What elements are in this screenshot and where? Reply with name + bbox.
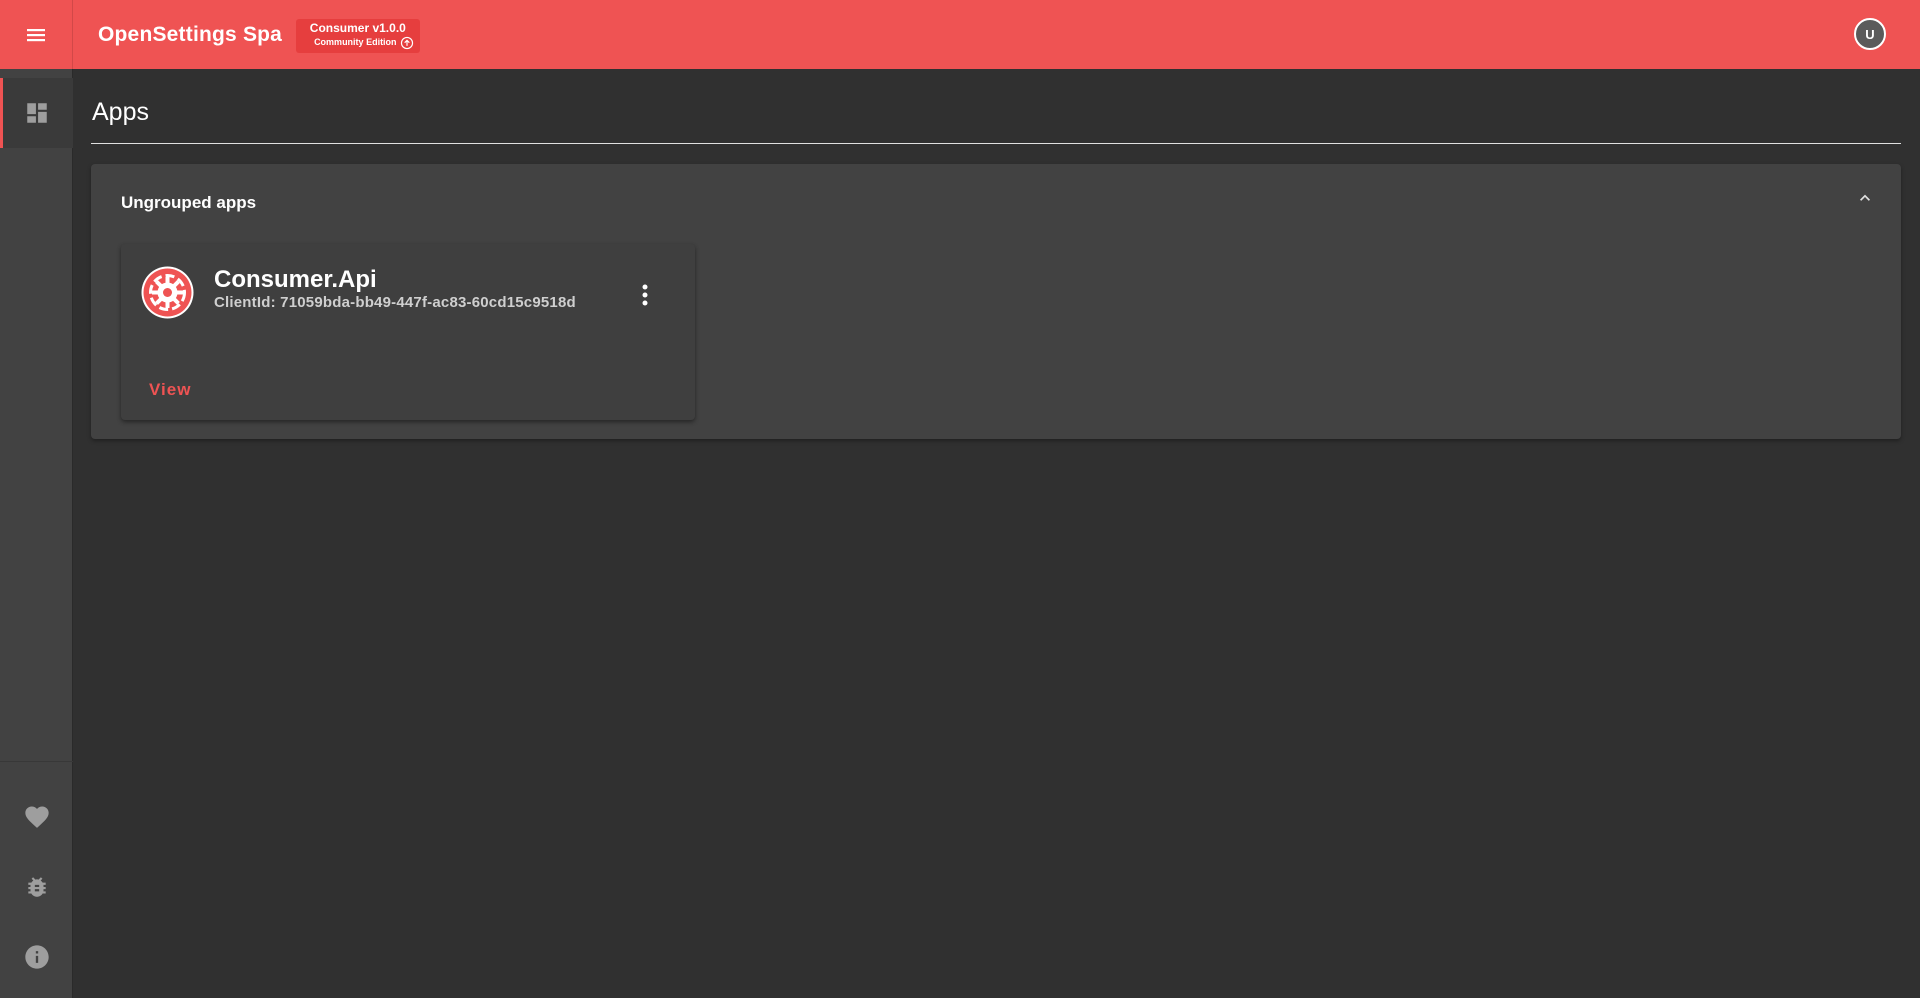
edition-row: Community Edition bbox=[314, 36, 414, 50]
sidebar bbox=[0, 69, 73, 998]
main-content: Apps Ungrouped apps Consumer.Api ClientI… bbox=[91, 69, 1901, 439]
page-title: Apps bbox=[91, 98, 1901, 144]
edition-label: Community Edition bbox=[314, 37, 397, 47]
sidebar-item-bug-report[interactable] bbox=[0, 852, 73, 922]
app-logo-icon bbox=[141, 266, 194, 319]
app-group-header[interactable]: Ungrouped apps bbox=[91, 164, 1901, 244]
menu-icon bbox=[27, 28, 45, 41]
version-badge[interactable]: Consumer v1.0.0 Community Edition bbox=[296, 18, 420, 53]
info-icon bbox=[24, 945, 49, 969]
app-title[interactable]: OpenSettings Spa bbox=[98, 23, 282, 47]
dashboard-icon bbox=[26, 103, 47, 123]
heart-icon bbox=[24, 806, 49, 828]
app-client-id: ClientId: 71059bda-bb49-447f-ac83-60cd15… bbox=[214, 294, 576, 311]
app-group-title: Ungrouped apps bbox=[121, 193, 257, 212]
app-name: Consumer.Api bbox=[214, 266, 377, 293]
more-vert-icon bbox=[642, 284, 648, 306]
menu-button[interactable] bbox=[0, 0, 73, 69]
sidebar-item-favorites[interactable] bbox=[0, 782, 73, 852]
version-label: Consumer v1.0.0 bbox=[309, 20, 406, 35]
sidebar-item-about[interactable] bbox=[0, 922, 73, 992]
bug-icon bbox=[27, 877, 46, 897]
app-card: Consumer.Api ClientId: 71059bda-bb49-447… bbox=[121, 244, 695, 420]
app-group-panel: Ungrouped apps Consumer.Api ClientId: 71… bbox=[91, 164, 1901, 439]
sidebar-bottom bbox=[0, 761, 73, 998]
chevron-up-icon[interactable] bbox=[1855, 188, 1875, 208]
top-app-bar: OpenSettings Spa Consumer v1.0.0 Communi… bbox=[0, 0, 1920, 69]
upgrade-icon bbox=[400, 36, 413, 49]
avatar[interactable]: U bbox=[1854, 18, 1886, 50]
avatar-initial: U bbox=[1865, 26, 1875, 42]
view-button[interactable]: View bbox=[133, 372, 207, 408]
more-options-button[interactable] bbox=[635, 280, 655, 310]
sidebar-item-dashboard[interactable] bbox=[0, 78, 73, 148]
